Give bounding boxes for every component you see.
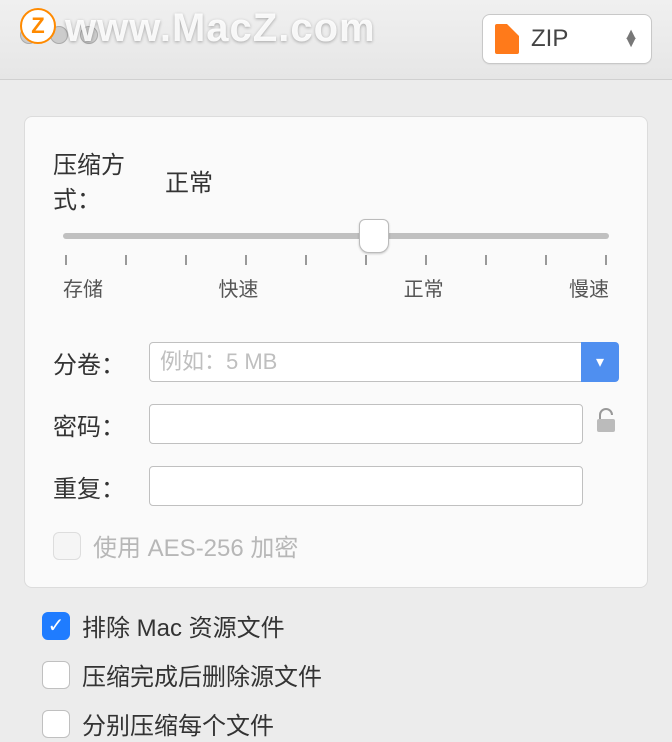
- slider-ticks: [63, 255, 609, 265]
- compression-row: 压缩方式： 正常: [53, 145, 619, 215]
- slider-track: [63, 233, 609, 239]
- option-row-2: 分别压缩每个文件: [42, 706, 630, 741]
- delete-source-checkbox[interactable]: [42, 661, 70, 689]
- zip-file-icon: [495, 24, 519, 54]
- watermark-text: www.MacZ.com: [65, 6, 376, 51]
- aes-checkbox: [53, 532, 81, 560]
- tick-label-fast: 快速: [218, 273, 258, 302]
- option-row-0: ✓ 排除 Mac 资源文件: [42, 608, 630, 643]
- bottom-options: ✓ 排除 Mac 资源文件 压缩完成后删除源文件 分别压缩每个文件: [42, 608, 630, 741]
- repeat-input[interactable]: [149, 466, 583, 506]
- volume-row: 分卷： ▾: [53, 342, 619, 382]
- delete-source-label: 压缩完成后删除源文件: [82, 657, 322, 692]
- repeat-row: 重复： 🔒: [53, 466, 619, 506]
- password-input[interactable]: [149, 404, 583, 444]
- app-icon: Z: [20, 8, 56, 44]
- compression-value: 正常: [165, 163, 213, 198]
- titlebar: Z www.MacZ.com ZIP ▲▼: [0, 0, 672, 80]
- tick-label-slow: 慢速: [569, 273, 609, 302]
- format-select[interactable]: ZIP ▲▼: [482, 14, 652, 64]
- lock-icon: [595, 408, 619, 441]
- compression-slider[interactable]: 存储 快速 正常 慢速: [53, 233, 619, 302]
- chevron-updown-icon: ▲▼: [623, 31, 639, 47]
- exclude-mac-label: 排除 Mac 资源文件: [82, 608, 285, 643]
- tick-label-normal: 正常: [404, 273, 444, 302]
- password-row: 密码：: [53, 404, 619, 444]
- tick-label-store: 存储: [63, 273, 103, 302]
- option-row-1: 压缩完成后删除源文件: [42, 657, 630, 692]
- slider-labels: 存储 快速 正常 慢速: [63, 273, 609, 302]
- exclude-mac-checkbox[interactable]: ✓: [42, 612, 70, 640]
- volume-input[interactable]: [149, 342, 585, 382]
- aes-row: 使用 AES-256 加密: [53, 528, 619, 563]
- slider-thumb[interactable]: [359, 219, 389, 253]
- settings-panel: 压缩方式： 正常 存储 快速 正常 慢速 分卷： ▾ 密码：: [24, 116, 648, 588]
- compress-separately-label: 分别压缩每个文件: [82, 706, 274, 741]
- repeat-label: 重复：: [53, 469, 149, 504]
- password-label: 密码：: [53, 407, 149, 442]
- compress-separately-checkbox[interactable]: [42, 710, 70, 738]
- compression-label: 压缩方式：: [53, 145, 165, 215]
- format-value: ZIP: [531, 25, 623, 53]
- aes-label: 使用 AES-256 加密: [93, 528, 298, 563]
- chevron-down-icon: ▾: [596, 352, 604, 372]
- volume-label: 分卷：: [53, 345, 149, 380]
- volume-dropdown-button[interactable]: ▾: [581, 342, 619, 382]
